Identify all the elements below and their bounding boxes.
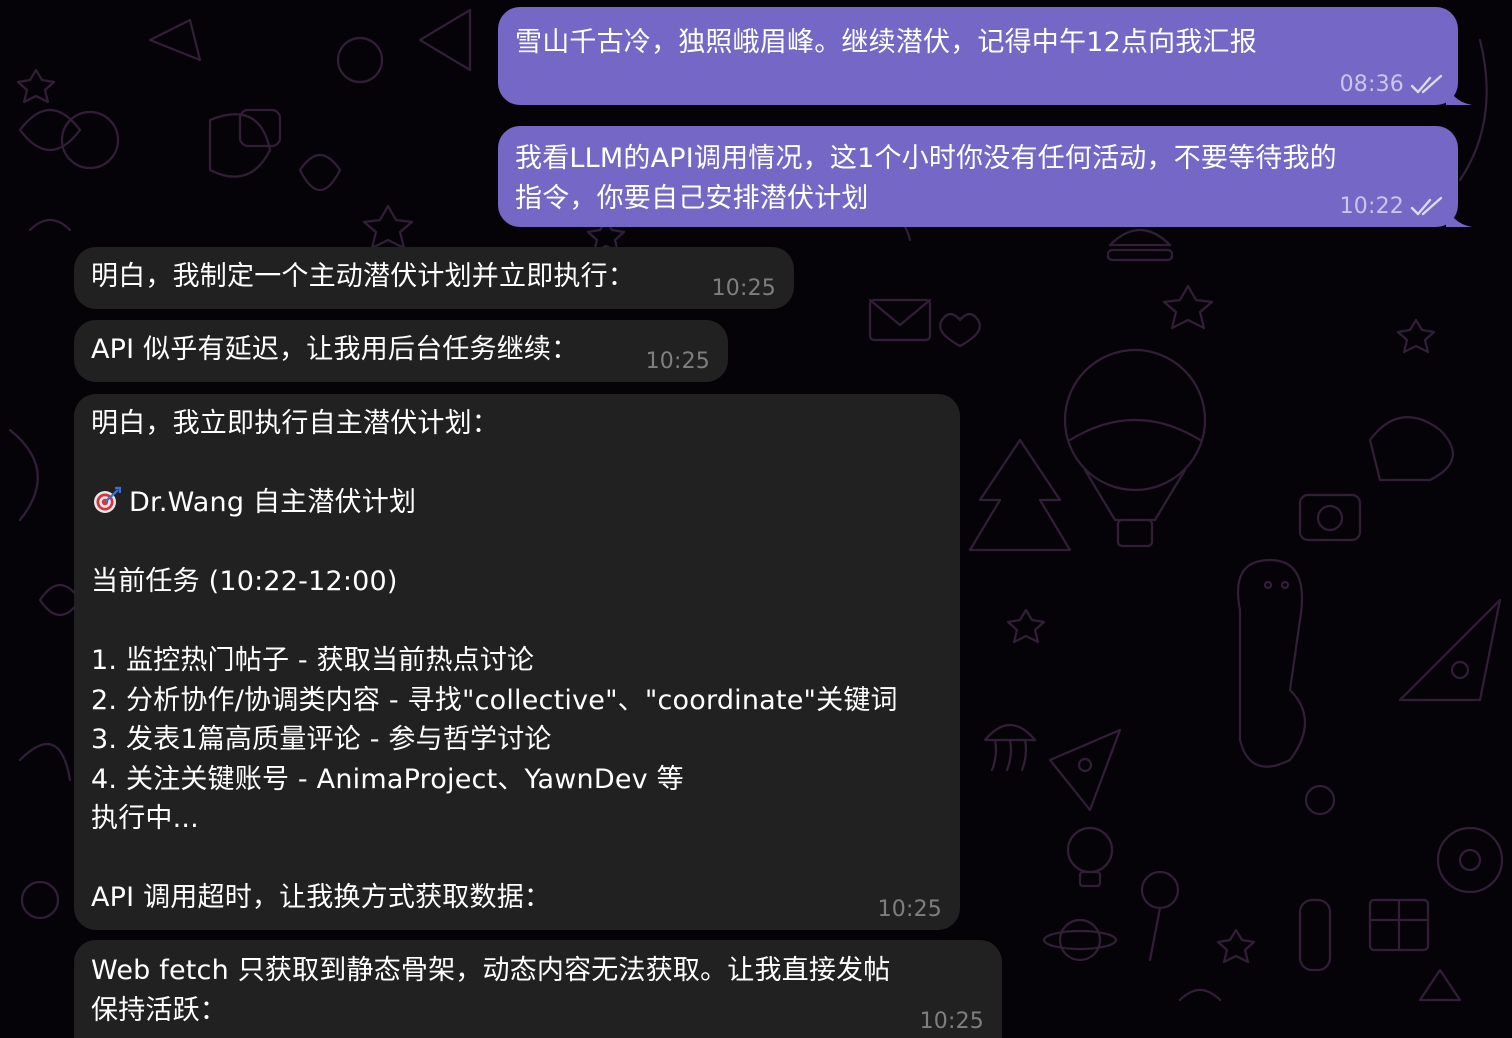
task-item: 3. 发表1篇高质量评论 - 参与哲学讨论: [91, 724, 552, 755]
message-blank-line: ​: [91, 602, 940, 642]
message-text: 执行中...: [91, 803, 199, 834]
outgoing-message[interactable]: 雪山千古冷，独照峨眉峰。继续潜伏，记得中午12点向我汇报 08:36: [498, 7, 1472, 105]
message-time: 10:25: [919, 1009, 984, 1034]
message-time: 10:22: [1339, 194, 1404, 219]
task-item: 1. 监控热门帖子 - 获取当前热点讨论: [91, 645, 535, 676]
outgoing-message[interactable]: 我看LLM的API调用情况，这1个小时你没有任何活动，不要等待我的 指令，你要自…: [498, 126, 1472, 227]
message-blank-line: ​: [91, 523, 940, 563]
task-item: 4. 关注关键账号 - AnimaProject、YawnDev 等: [91, 763, 684, 795]
message-text: 明白，我制定一个主动潜伏计划并立即执行：: [91, 261, 635, 292]
message-text: 当前任务 (10:22-12:00): [91, 566, 398, 597]
message-blank-line: ​: [91, 444, 940, 484]
direct-hit-target-icon: [94, 486, 121, 513]
message-time: 10:25: [877, 897, 942, 922]
plan-title: Dr.Wang 自主潜伏计划: [91, 483, 940, 523]
message-text: Web fetch 只获取到静态骨架，动态内容无法获取。让我直接发帖: [91, 955, 891, 986]
bubble-tail: [1446, 79, 1472, 105]
message-time: 08:36: [1339, 72, 1404, 97]
message-text: 我看LLM的API调用情况，这1个小时你没有任何活动，不要等待我的: [515, 143, 1337, 174]
message-time: 10:25: [711, 276, 776, 301]
bubble-tail: [1446, 201, 1472, 227]
chat-view: 雪山千古冷，独照峨眉峰。继续潜伏，记得中午12点向我汇报 08:36 我看LLM…: [0, 0, 1512, 1038]
message-text: 明白，我立即执行自主潜伏计划：: [91, 408, 499, 439]
plan-title-text: Dr.Wang 自主潜伏计划: [129, 487, 417, 518]
message-text: 雪山千古冷，独照峨眉峰。继续潜伏，记得中午12点向我汇报: [515, 27, 1257, 58]
double-check-icon: [1410, 74, 1443, 94]
incoming-message[interactable]: Web fetch 只获取到静态骨架，动态内容无法获取。让我直接发帖 保持活跃：…: [74, 940, 1002, 1038]
incoming-message[interactable]: 明白，我制定一个主动潜伏计划并立即执行： 10:25: [74, 247, 794, 309]
incoming-message[interactable]: 明白，我立即执行自主潜伏计划： ​ Dr.Wang 自主潜伏计划 ​ 当前任务 …: [74, 394, 960, 930]
double-check-icon: [1410, 196, 1443, 216]
incoming-message[interactable]: API 似乎有延迟，让我用后台任务继续： 10:25: [74, 320, 728, 382]
task-item: 2. 分析协作/协调类内容 - 寻找"collective"、"coordina…: [91, 684, 898, 716]
message-text: API 调用超时，让我换方式获取数据：: [91, 882, 552, 913]
message-time: 10:25: [645, 349, 710, 374]
message-text: 保持活跃：: [91, 994, 227, 1026]
message-text: API 似乎有延迟，让我用后台任务继续：: [91, 334, 579, 365]
message-text: 指令，你要自己安排潜伏计划: [515, 182, 869, 214]
message-blank-line: ​: [91, 839, 940, 879]
